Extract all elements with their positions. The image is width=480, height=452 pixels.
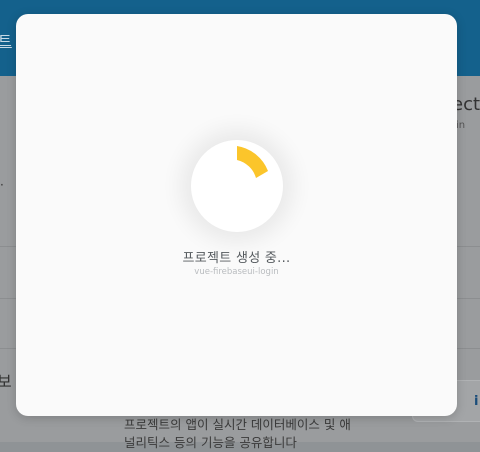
background-project-subtitle: in xyxy=(456,120,466,131)
project-creation-dialog: 프로젝트 생성 중... vue-firebaseui-login xyxy=(16,14,457,416)
background-description-line: 프로젝트의 앱이 실시간 데이터베이스 및 애 xyxy=(124,417,351,432)
background-section-text: 보 xyxy=(0,372,12,391)
background-description-line: 널리틱스 등의 기능을 공유합니다 xyxy=(124,435,297,450)
background-bullet: · xyxy=(0,178,4,192)
background-nav-link: 트 xyxy=(0,32,12,50)
spinner-arc-icon xyxy=(237,146,268,178)
spinner-arc-segment xyxy=(237,146,268,178)
project-id-label: vue-firebaseui-login xyxy=(194,267,279,277)
background-description: 프로젝트의 앱이 실시간 데이터베이스 및 애 널리틱스 등의 기능을 공유합니… xyxy=(124,416,351,452)
status-title: 프로젝트 생성 중... xyxy=(182,251,291,266)
background-button-label: i xyxy=(474,394,479,409)
loading-spinner xyxy=(191,140,283,232)
